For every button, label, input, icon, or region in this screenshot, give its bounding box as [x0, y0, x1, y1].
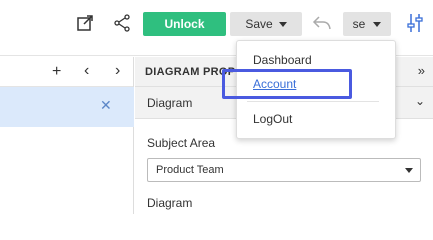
save-button[interactable]: Save [230, 12, 302, 36]
chevron-down-icon [373, 21, 382, 27]
user-menu-button[interactable]: se [343, 12, 391, 36]
chevron-down-icon [405, 168, 413, 173]
subject-area-label: Subject Area [147, 136, 216, 150]
left-toolbar: + ‹ › [0, 57, 133, 87]
save-label: Save [245, 17, 273, 31]
section-label: Diagram [147, 96, 193, 110]
chevron-down-icon [278, 21, 287, 27]
subject-area-value: Product Team [156, 164, 224, 176]
user-label: se [352, 17, 366, 31]
diagram-field-label: Diagram [147, 196, 193, 210]
undo-icon[interactable] [311, 12, 333, 34]
external-link-icon[interactable] [74, 12, 96, 34]
share-icon[interactable] [111, 12, 133, 34]
highlight-box [222, 69, 352, 99]
selected-list-item[interactable]: ✕ [0, 87, 134, 127]
chevron-right-icon[interactable]: › [115, 62, 120, 80]
left-panel: + ‹ › ✕ [0, 57, 134, 214]
close-icon[interactable]: ✕ [100, 97, 112, 114]
menu-divider [247, 101, 379, 102]
plus-icon[interactable]: + [52, 63, 61, 81]
sliders-icon[interactable] [404, 12, 426, 34]
double-chevron-right-icon[interactable]: » [418, 63, 425, 78]
menu-item-logout[interactable]: LogOut [253, 112, 292, 126]
chevron-down-icon[interactable]: ⌄ [415, 94, 425, 108]
menu-item-dashboard[interactable]: Dashboard [253, 53, 312, 67]
unlock-button[interactable]: Unlock [143, 12, 226, 36]
chevron-left-icon[interactable]: ‹ [84, 62, 89, 80]
subject-area-select[interactable]: Product Team [147, 158, 421, 182]
